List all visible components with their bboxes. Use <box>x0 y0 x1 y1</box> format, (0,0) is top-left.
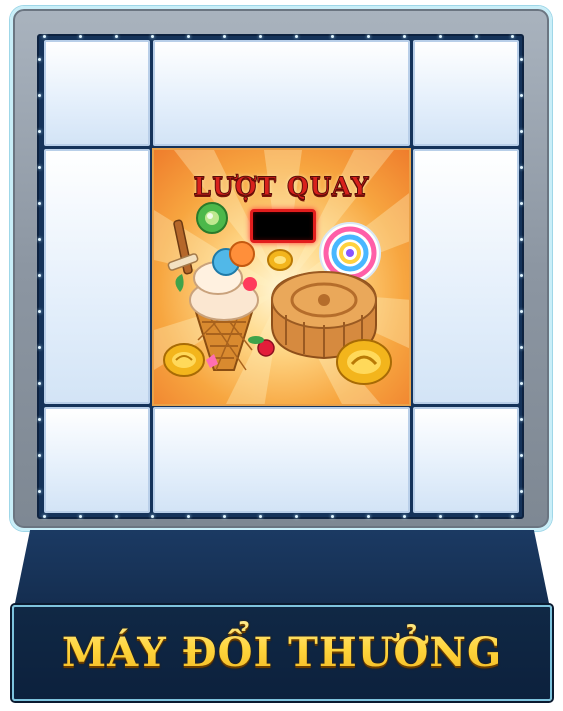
led-light <box>520 382 523 385</box>
led-light <box>38 94 41 97</box>
led-light <box>511 515 514 518</box>
led-light <box>38 490 41 493</box>
led-light <box>187 35 190 38</box>
led-light <box>259 35 262 38</box>
led-light <box>403 35 406 38</box>
led-light <box>38 346 41 349</box>
led-light <box>38 166 41 169</box>
led-light <box>38 310 41 313</box>
led-light <box>520 130 523 133</box>
gold-coin-icon <box>163 343 205 377</box>
led-light <box>79 35 82 38</box>
gold-coin-icon <box>336 339 392 385</box>
led-light <box>38 58 41 61</box>
prize-slot-top-right[interactable] <box>413 40 519 146</box>
machine-base-top <box>14 530 550 608</box>
led-light <box>151 35 154 38</box>
led-light <box>38 238 41 241</box>
led-light <box>115 515 118 518</box>
led-light <box>295 35 298 38</box>
led-light <box>259 515 262 518</box>
led-light <box>439 515 442 518</box>
led-light <box>367 35 370 38</box>
led-light <box>223 515 226 518</box>
led-light <box>367 515 370 518</box>
gold-coin-icon <box>267 249 293 271</box>
led-light <box>475 35 478 38</box>
led-light <box>38 454 41 457</box>
led-light <box>187 515 190 518</box>
led-light <box>331 35 334 38</box>
led-light <box>38 418 41 421</box>
prize-slot-bottom-center[interactable] <box>153 407 410 513</box>
led-light <box>520 94 523 97</box>
led-light <box>403 515 406 518</box>
led-light <box>475 515 478 518</box>
led-light <box>520 418 523 421</box>
led-light <box>331 515 334 518</box>
led-light <box>511 35 514 38</box>
led-light <box>38 274 41 277</box>
led-light <box>520 490 523 493</box>
led-light <box>520 202 523 205</box>
spin-title: LƯỢT QUAY <box>193 172 370 202</box>
led-light <box>439 35 442 38</box>
led-light <box>520 274 523 277</box>
led-light <box>520 58 523 61</box>
prize-slot-top-left[interactable] <box>44 40 150 146</box>
spin-button[interactable]: LƯỢT QUAY <box>152 148 411 406</box>
led-light <box>79 515 82 518</box>
led-light <box>38 130 41 133</box>
spin-counter-display <box>250 209 316 243</box>
candy-icon <box>196 202 228 234</box>
led-light <box>38 202 41 205</box>
led-light <box>520 166 523 169</box>
led-light <box>295 515 298 518</box>
machine-title: MÁY ĐỔI THƯỞNG <box>12 605 552 701</box>
prize-slot-middle-right[interactable] <box>413 149 519 404</box>
prize-slot-bottom-left[interactable] <box>44 407 150 513</box>
led-light <box>151 515 154 518</box>
led-light <box>520 346 523 349</box>
exchange-machine: LƯỢT QUAY MÁY ĐỔI THƯỞNG <box>0 0 563 711</box>
led-light <box>43 515 46 518</box>
led-light <box>43 35 46 38</box>
led-light <box>115 35 118 38</box>
prize-slot-bottom-right[interactable] <box>413 407 519 513</box>
led-light <box>520 454 523 457</box>
prize-slot-top-center[interactable] <box>153 40 410 146</box>
led-light <box>520 238 523 241</box>
led-light <box>223 35 226 38</box>
led-light <box>38 382 41 385</box>
prize-slot-middle-left[interactable] <box>44 149 150 404</box>
led-light <box>520 310 523 313</box>
